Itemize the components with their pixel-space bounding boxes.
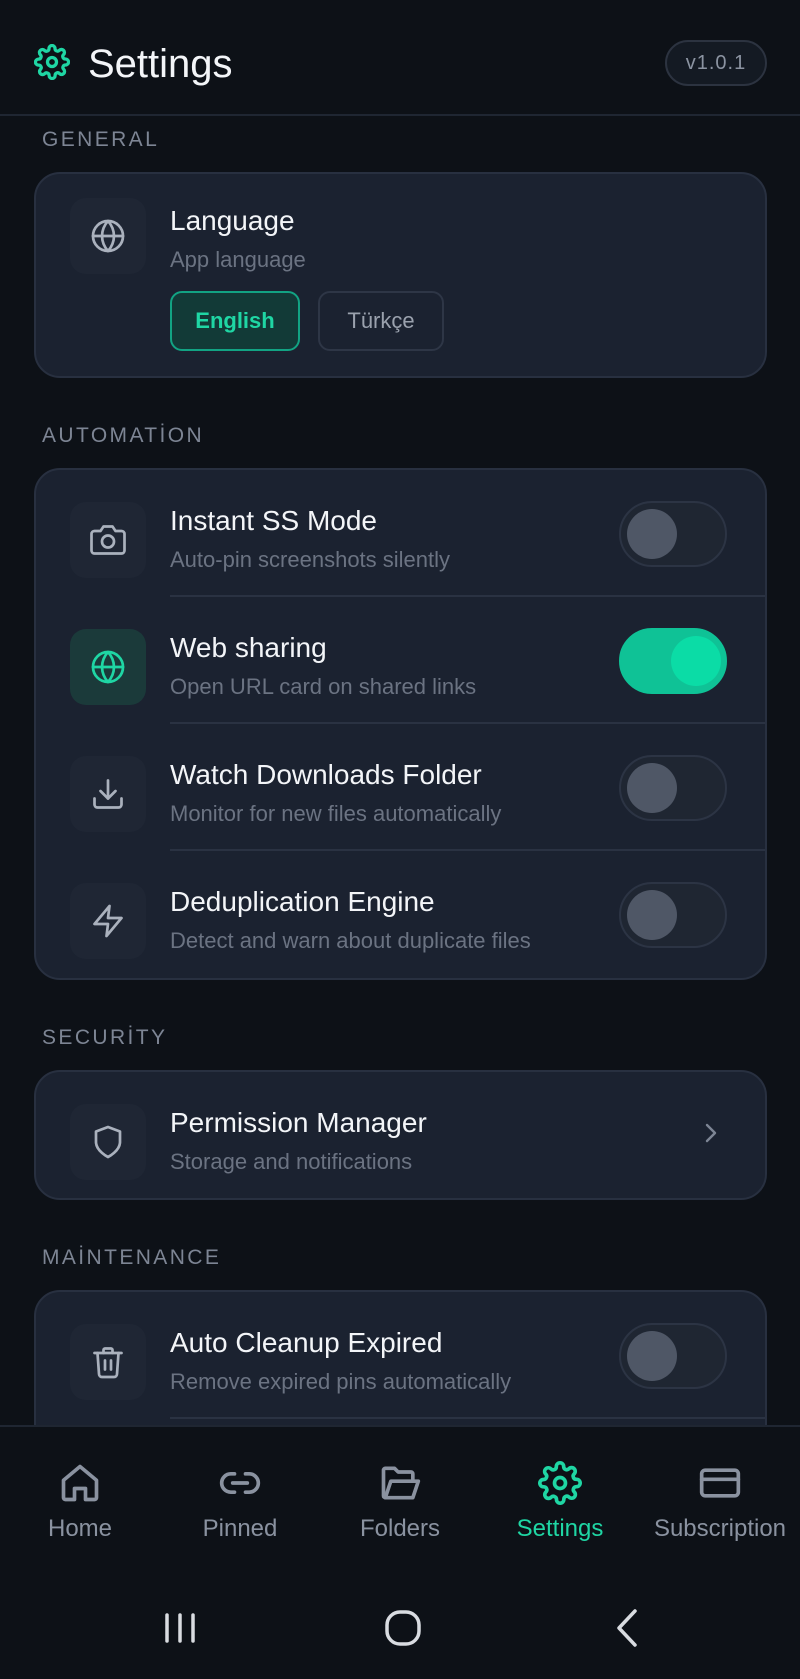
- nav-label: Pinned: [202, 1515, 278, 1542]
- toggle-knob: [627, 763, 677, 813]
- nav-label: Home: [47, 1515, 113, 1542]
- setting-subtitle: Storage and notifications: [170, 1149, 413, 1174]
- language-option-turkce[interactable]: Türkçe: [318, 291, 444, 351]
- bottom-nav: Home Pinned Folders Settings Subscriptio…: [0, 1425, 800, 1577]
- nav-label: Settings: [516, 1515, 604, 1542]
- globe-icon-box: [70, 629, 146, 705]
- nav-item-pinned[interactable]: Pinned: [160, 1427, 320, 1577]
- security-card: Permission Manager Storage and notificat…: [34, 1070, 767, 1200]
- setting-subtitle: Monitor for new files automatically: [170, 801, 502, 826]
- watch-downloads-toggle[interactable]: [619, 755, 727, 821]
- language-icon-box: [70, 198, 146, 274]
- system-nav-bar: [0, 1577, 800, 1679]
- app-header: Settings v1.0.1: [0, 0, 800, 116]
- trash-icon-box: [70, 1324, 146, 1400]
- back-icon[interactable]: [603, 1605, 653, 1651]
- nav-item-subscription[interactable]: Subscription: [640, 1427, 800, 1577]
- nav-item-home[interactable]: Home: [0, 1427, 160, 1577]
- setting-title: Deduplication Engine: [170, 886, 435, 917]
- language-row: Language App language English Türkçe: [36, 174, 765, 351]
- globe-icon: [91, 219, 125, 253]
- language-subtitle: App language: [170, 247, 306, 272]
- setting-title: Web sharing: [170, 632, 327, 663]
- link-icon: [219, 1472, 261, 1494]
- camera-icon-box: [70, 502, 146, 578]
- setting-title: Watch Downloads Folder: [170, 759, 482, 790]
- setting-row-web-sharing[interactable]: Web sharing Open URL card on shared link…: [36, 597, 765, 724]
- gear-icon: [538, 1461, 582, 1505]
- trash-icon: [93, 1347, 123, 1379]
- page-title: Settings: [88, 42, 233, 86]
- setting-title: Instant SS Mode: [170, 505, 378, 536]
- setting-row-watch-downloads[interactable]: Watch Downloads Folder Monitor for new f…: [36, 724, 765, 851]
- setting-row-instant-ss[interactable]: Instant SS Mode Auto-pin screenshots sil…: [36, 470, 765, 597]
- nav-label: Folders: [359, 1515, 441, 1542]
- lightning-icon-box: [70, 883, 146, 959]
- setting-subtitle: Remove expired pins automatically: [170, 1369, 512, 1394]
- setting-row-deduplication[interactable]: Deduplication Engine Detect and warn abo…: [36, 851, 765, 978]
- language-option-english[interactable]: English: [170, 291, 300, 351]
- download-icon: [93, 779, 123, 809]
- home-icon: [61, 1464, 99, 1502]
- camera-icon: [90, 525, 126, 555]
- setting-subtitle: Detect and warn about duplicate files: [170, 928, 531, 953]
- nav-item-folders[interactable]: Folders: [320, 1427, 480, 1577]
- language-title: Language: [170, 205, 295, 236]
- globe-icon: [91, 650, 125, 684]
- section-label-security: SECURİTY: [42, 1026, 168, 1049]
- web-sharing-toggle[interactable]: [619, 628, 727, 694]
- setting-subtitle: Auto-pin screenshots silently: [170, 547, 451, 572]
- lightning-icon: [93, 904, 123, 938]
- shield-icon-box: [70, 1104, 146, 1180]
- section-label-automation: AUTOMATİON: [42, 424, 205, 447]
- folder-open-icon: [381, 1466, 421, 1500]
- toggle-knob: [627, 509, 677, 559]
- shield-icon: [94, 1125, 122, 1159]
- toggle-knob: [627, 1331, 677, 1381]
- chevron-right-icon[interactable]: [699, 1118, 723, 1148]
- gear-icon: [34, 44, 70, 80]
- credit-card-icon: [699, 1468, 741, 1498]
- general-card: Language App language English Türkçe: [34, 172, 767, 378]
- row-divider: [170, 1417, 765, 1419]
- setting-row-auto-cleanup[interactable]: Auto Cleanup Expired Remove expired pins…: [36, 1292, 765, 1419]
- section-label-general: GENERAL: [42, 128, 160, 151]
- setting-title: Permission Manager: [170, 1107, 427, 1138]
- download-icon-box: [70, 756, 146, 832]
- nav-label: Subscription: [653, 1515, 787, 1542]
- setting-subtitle: Open URL card on shared links: [170, 674, 477, 699]
- setting-row-permission-manager[interactable]: Permission Manager Storage and notificat…: [36, 1072, 765, 1199]
- home-button-icon[interactable]: [378, 1605, 428, 1651]
- toggle-knob: [671, 636, 721, 686]
- auto-cleanup-toggle[interactable]: [619, 1323, 727, 1389]
- recent-apps-icon[interactable]: [155, 1605, 205, 1651]
- nav-item-settings[interactable]: Settings: [480, 1427, 640, 1577]
- automation-card: Instant SS Mode Auto-pin screenshots sil…: [34, 468, 767, 980]
- section-label-maintenance: MAİNTENANCE: [42, 1246, 222, 1269]
- instant-ss-toggle[interactable]: [619, 501, 727, 567]
- version-badge: v1.0.1: [665, 40, 767, 86]
- setting-title: Auto Cleanup Expired: [170, 1327, 443, 1358]
- deduplication-toggle[interactable]: [619, 882, 727, 948]
- toggle-knob: [627, 890, 677, 940]
